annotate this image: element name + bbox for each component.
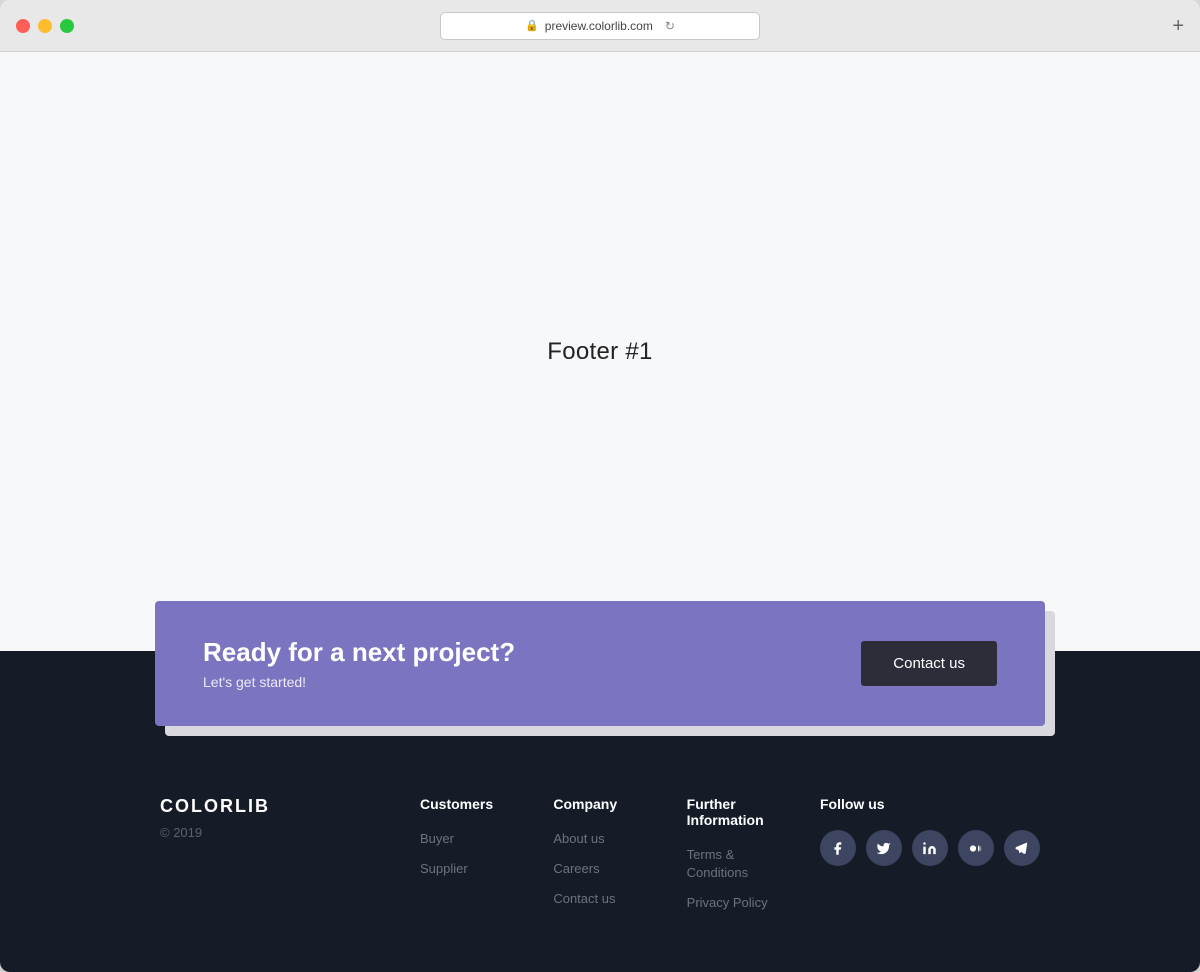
minimize-button[interactable] [38,19,52,33]
url-text: preview.colorlib.com [545,19,653,33]
list-item: Terms & Conditions [687,846,780,882]
address-bar[interactable]: 🔒 preview.colorlib.com ↻ [440,12,760,40]
brand-name: COLORLIB [160,796,360,817]
follow-us-title: Follow us [820,796,1040,812]
cta-card: Ready for a next project? Let's get star… [155,601,1045,726]
list-item: Supplier [420,860,513,878]
footer-follow: Follow us [800,796,1040,912]
mac-window: 🔒 preview.colorlib.com ↻ + Footer #1 Rea… [0,0,1200,972]
top-section: Footer #1 [0,52,1200,651]
footer-content: COLORLIB © 2019 Customers Buyer Supplier… [0,776,1200,972]
company-links: About us Careers Contact us [553,830,646,908]
list-item: Careers [553,860,646,878]
list-item: About us [553,830,646,848]
new-tab-button[interactable]: + [1172,16,1184,36]
footer-brand: COLORLIB © 2019 [160,796,360,912]
footer-col-further-info: Further Information Terms & Conditions P… [667,796,800,912]
medium-icon[interactable] [958,830,994,866]
customers-title: Customers [420,796,513,812]
lock-icon: 🔒 [525,19,539,32]
terms-conditions-link[interactable]: Terms & Conditions [687,847,748,880]
page-wrapper: Footer #1 Ready for a next project? Let'… [0,52,1200,972]
brand-year: © 2019 [160,825,360,840]
cta-container: Ready for a next project? Let's get star… [155,601,1045,726]
list-item: Privacy Policy [687,894,780,912]
facebook-icon[interactable] [820,830,856,866]
list-item: Buyer [420,830,513,848]
refresh-icon[interactable]: ↻ [665,19,675,33]
contact-us-button[interactable]: Contact us [861,641,997,686]
supplier-link[interactable]: Supplier [420,861,468,876]
social-icons [820,830,1040,866]
browser-content: Footer #1 Ready for a next project? Let'… [0,52,1200,972]
buyer-link[interactable]: Buyer [420,831,454,846]
further-info-links: Terms & Conditions Privacy Policy [687,846,780,912]
about-us-link[interactable]: About us [553,831,604,846]
cta-heading: Ready for a next project? [203,637,515,668]
linkedin-icon[interactable] [912,830,948,866]
further-info-title: Further Information [687,796,780,828]
footer-col-company: Company About us Careers Contact us [533,796,666,912]
maximize-button[interactable] [60,19,74,33]
page-title: Footer #1 [547,338,652,366]
customers-links: Buyer Supplier [420,830,513,878]
list-item: Contact us [553,890,646,908]
close-button[interactable] [16,19,30,33]
title-bar: 🔒 preview.colorlib.com ↻ + [0,0,1200,52]
company-title: Company [553,796,646,812]
twitter-icon[interactable] [866,830,902,866]
careers-link[interactable]: Careers [553,861,599,876]
privacy-policy-link[interactable]: Privacy Policy [687,895,768,910]
cta-subtext: Let's get started! [203,674,515,690]
cta-text: Ready for a next project? Let's get star… [203,637,515,690]
contact-us-link[interactable]: Contact us [553,891,615,906]
footer-col-customers: Customers Buyer Supplier [400,796,533,912]
telegram-icon[interactable] [1004,830,1040,866]
traffic-lights [16,19,74,33]
footer-section: Ready for a next project? Let's get star… [0,651,1200,972]
